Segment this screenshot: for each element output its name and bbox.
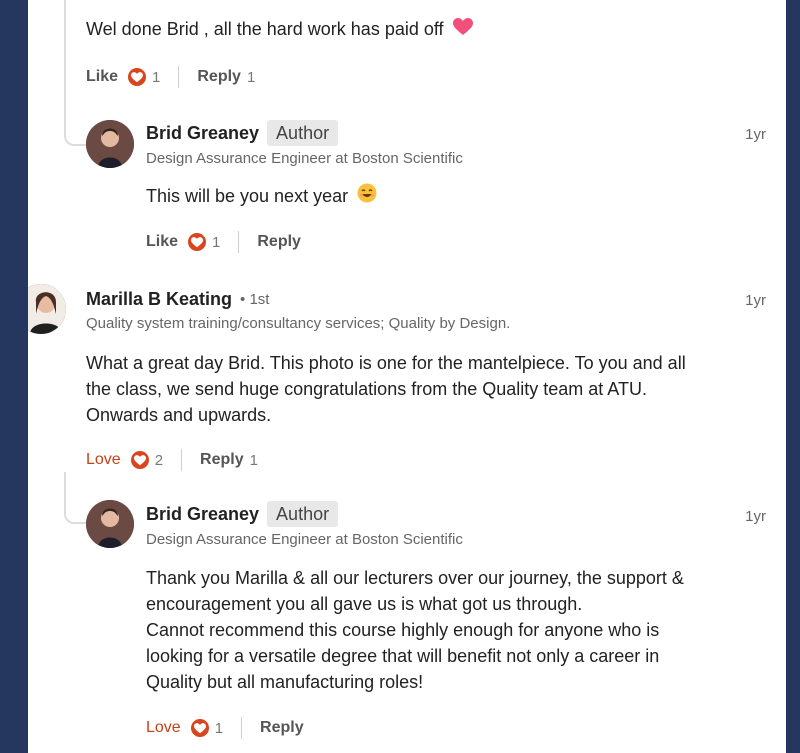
reaction-summary[interactable]: 1 — [190, 719, 224, 737]
reaction-count: 2 — [154, 451, 164, 469]
like-button[interactable]: Like — [146, 233, 178, 251]
author-headline: Design Assurance Engineer at Boston Scie… — [146, 531, 463, 548]
reply-button[interactable]: Reply — [257, 233, 301, 251]
comment-actions: Love 1 Reply — [146, 715, 304, 741]
like-button[interactable]: Like — [86, 68, 118, 86]
love-button[interactable]: Love — [146, 719, 181, 737]
comment-text: Thank you Marilla & all our lecturers ov… — [146, 568, 684, 692]
avatar[interactable] — [86, 500, 134, 548]
divider — [241, 717, 243, 739]
reaction-summary[interactable]: 1 — [128, 68, 160, 86]
comments-panel: Wel done Brid , all the hard work has pa… — [28, 0, 786, 753]
comment-text: This will be you next year — [146, 183, 377, 211]
author-name[interactable]: Brid Greaney — [146, 123, 259, 144]
author-row: Brid Greaney Author — [146, 120, 339, 146]
comment-actions: Love 2 Reply 1 — [86, 447, 258, 473]
reply-button[interactable]: Reply — [197, 68, 241, 86]
avatar[interactable] — [86, 120, 134, 168]
grinning-face-emoji — [357, 183, 377, 211]
author-row: Brid Greaney Author — [146, 501, 339, 527]
divider — [181, 449, 183, 471]
divider — [178, 66, 180, 88]
author-name[interactable]: Brid Greaney — [146, 504, 259, 525]
comment-text: What a great day Brid. This photo is one… — [86, 353, 686, 425]
author-badge: Author — [267, 120, 339, 146]
heart-emoji — [452, 17, 473, 44]
love-button[interactable]: Love — [86, 451, 121, 469]
comment-text: Wel done Brid , all the hard work has pa… — [86, 16, 473, 44]
heart-reaction-icon — [130, 451, 149, 469]
reaction-count: 1 — [152, 68, 161, 86]
comment-actions: Like 1 Reply 1 — [86, 64, 255, 90]
reaction-summary[interactable]: 1 — [188, 233, 220, 251]
heart-reaction-icon — [190, 719, 209, 737]
heart-reaction-icon — [188, 233, 207, 251]
reaction-count: 1 — [212, 233, 221, 251]
author-badge: Author — [267, 501, 339, 527]
author-name[interactable]: Marilla B Keating — [86, 289, 232, 310]
reaction-summary[interactable]: 2 — [130, 451, 164, 469]
reply-button[interactable]: Reply — [200, 451, 244, 469]
timestamp: 1yr — [745, 292, 766, 309]
reaction-count: 1 — [214, 719, 224, 737]
reply-count: 1 — [246, 68, 256, 86]
author-headline: Design Assurance Engineer at Boston Scie… — [146, 150, 463, 167]
author-row: Marilla B Keating • 1st — [86, 286, 269, 312]
reply-button[interactable]: Reply — [260, 719, 304, 737]
author-headline: Quality system training/consultancy serv… — [86, 315, 511, 332]
heart-reaction-icon — [128, 68, 147, 86]
connection-degree: • 1st — [240, 290, 270, 308]
timestamp: 1yr — [745, 126, 766, 143]
timestamp: 1yr — [745, 508, 766, 525]
avatar[interactable] — [28, 284, 66, 334]
divider — [238, 231, 240, 253]
comment-actions: Like 1 Reply — [146, 229, 301, 255]
reply-count: 1 — [249, 451, 258, 469]
